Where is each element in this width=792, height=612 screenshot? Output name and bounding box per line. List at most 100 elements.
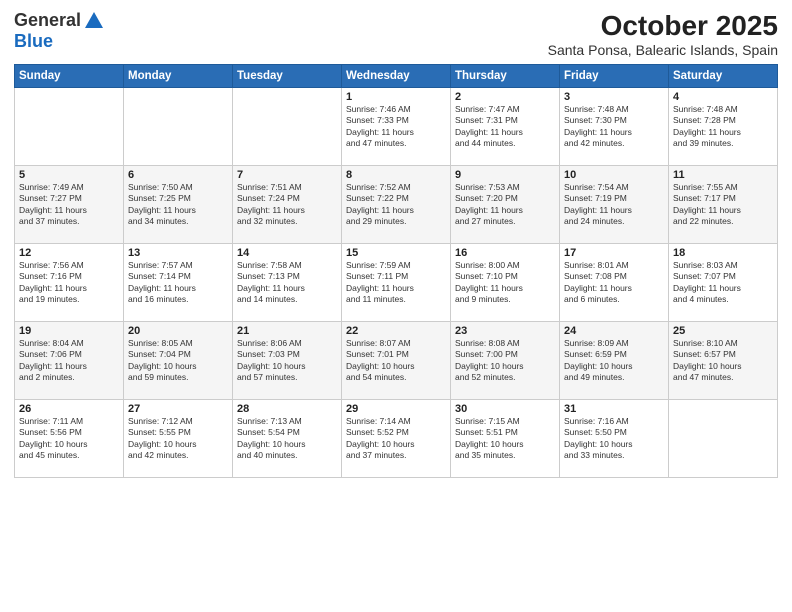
logo: General Blue — [14, 10, 105, 52]
day-number: 30 — [455, 403, 555, 415]
table-row: 7Sunrise: 7:51 AM Sunset: 7:24 PM Daylig… — [233, 166, 342, 244]
col-tuesday: Tuesday — [233, 65, 342, 88]
day-info: Sunrise: 7:16 AM Sunset: 5:50 PM Dayligh… — [564, 416, 664, 462]
day-number: 9 — [455, 169, 555, 181]
table-row: 15Sunrise: 7:59 AM Sunset: 7:11 PM Dayli… — [342, 244, 451, 322]
day-info: Sunrise: 8:03 AM Sunset: 7:07 PM Dayligh… — [673, 260, 773, 306]
col-monday: Monday — [124, 65, 233, 88]
table-row: 26Sunrise: 7:11 AM Sunset: 5:56 PM Dayli… — [15, 400, 124, 478]
table-row: 21Sunrise: 8:06 AM Sunset: 7:03 PM Dayli… — [233, 322, 342, 400]
day-number: 8 — [346, 169, 446, 181]
day-number: 7 — [237, 169, 337, 181]
table-row: 2Sunrise: 7:47 AM Sunset: 7:31 PM Daylig… — [451, 88, 560, 166]
day-number: 4 — [673, 91, 773, 103]
calendar-week-row: 12Sunrise: 7:56 AM Sunset: 7:16 PM Dayli… — [15, 244, 778, 322]
day-info: Sunrise: 7:48 AM Sunset: 7:30 PM Dayligh… — [564, 104, 664, 150]
day-info: Sunrise: 7:14 AM Sunset: 5:52 PM Dayligh… — [346, 416, 446, 462]
col-thursday: Thursday — [451, 65, 560, 88]
day-number: 22 — [346, 325, 446, 337]
day-info: Sunrise: 7:54 AM Sunset: 7:19 PM Dayligh… — [564, 182, 664, 228]
day-number: 16 — [455, 247, 555, 259]
table-row: 3Sunrise: 7:48 AM Sunset: 7:30 PM Daylig… — [560, 88, 669, 166]
table-row: 5Sunrise: 7:49 AM Sunset: 7:27 PM Daylig… — [15, 166, 124, 244]
table-row: 6Sunrise: 7:50 AM Sunset: 7:25 PM Daylig… — [124, 166, 233, 244]
day-number: 19 — [19, 325, 119, 337]
table-row: 25Sunrise: 8:10 AM Sunset: 6:57 PM Dayli… — [669, 322, 778, 400]
day-info: Sunrise: 7:46 AM Sunset: 7:33 PM Dayligh… — [346, 104, 446, 150]
logo-general: General — [14, 11, 81, 31]
day-info: Sunrise: 7:48 AM Sunset: 7:28 PM Dayligh… — [673, 104, 773, 150]
calendar-week-row: 26Sunrise: 7:11 AM Sunset: 5:56 PM Dayli… — [15, 400, 778, 478]
day-info: Sunrise: 8:04 AM Sunset: 7:06 PM Dayligh… — [19, 338, 119, 384]
day-info: Sunrise: 8:07 AM Sunset: 7:01 PM Dayligh… — [346, 338, 446, 384]
table-row — [15, 88, 124, 166]
day-info: Sunrise: 7:13 AM Sunset: 5:54 PM Dayligh… — [237, 416, 337, 462]
day-info: Sunrise: 7:49 AM Sunset: 7:27 PM Dayligh… — [19, 182, 119, 228]
table-row: 30Sunrise: 7:15 AM Sunset: 5:51 PM Dayli… — [451, 400, 560, 478]
day-info: Sunrise: 8:10 AM Sunset: 6:57 PM Dayligh… — [673, 338, 773, 384]
day-number: 28 — [237, 403, 337, 415]
table-row: 16Sunrise: 8:00 AM Sunset: 7:10 PM Dayli… — [451, 244, 560, 322]
table-row — [233, 88, 342, 166]
table-row: 19Sunrise: 8:04 AM Sunset: 7:06 PM Dayli… — [15, 322, 124, 400]
day-info: Sunrise: 8:09 AM Sunset: 6:59 PM Dayligh… — [564, 338, 664, 384]
table-row: 22Sunrise: 8:07 AM Sunset: 7:01 PM Dayli… — [342, 322, 451, 400]
day-info: Sunrise: 8:00 AM Sunset: 7:10 PM Dayligh… — [455, 260, 555, 306]
table-row: 18Sunrise: 8:03 AM Sunset: 7:07 PM Dayli… — [669, 244, 778, 322]
day-info: Sunrise: 7:51 AM Sunset: 7:24 PM Dayligh… — [237, 182, 337, 228]
table-row: 10Sunrise: 7:54 AM Sunset: 7:19 PM Dayli… — [560, 166, 669, 244]
table-row: 20Sunrise: 8:05 AM Sunset: 7:04 PM Dayli… — [124, 322, 233, 400]
day-info: Sunrise: 7:53 AM Sunset: 7:20 PM Dayligh… — [455, 182, 555, 228]
day-info: Sunrise: 8:05 AM Sunset: 7:04 PM Dayligh… — [128, 338, 228, 384]
day-info: Sunrise: 7:50 AM Sunset: 7:25 PM Dayligh… — [128, 182, 228, 228]
table-row: 1Sunrise: 7:46 AM Sunset: 7:33 PM Daylig… — [342, 88, 451, 166]
day-number: 18 — [673, 247, 773, 259]
table-row: 14Sunrise: 7:58 AM Sunset: 7:13 PM Dayli… — [233, 244, 342, 322]
calendar-week-row: 1Sunrise: 7:46 AM Sunset: 7:33 PM Daylig… — [15, 88, 778, 166]
day-info: Sunrise: 7:58 AM Sunset: 7:13 PM Dayligh… — [237, 260, 337, 306]
table-row: 23Sunrise: 8:08 AM Sunset: 7:00 PM Dayli… — [451, 322, 560, 400]
table-row: 9Sunrise: 7:53 AM Sunset: 7:20 PM Daylig… — [451, 166, 560, 244]
col-sunday: Sunday — [15, 65, 124, 88]
day-info: Sunrise: 7:55 AM Sunset: 7:17 PM Dayligh… — [673, 182, 773, 228]
day-number: 5 — [19, 169, 119, 181]
day-number: 31 — [564, 403, 664, 415]
day-number: 1 — [346, 91, 446, 103]
col-friday: Friday — [560, 65, 669, 88]
day-number: 29 — [346, 403, 446, 415]
day-number: 21 — [237, 325, 337, 337]
day-info: Sunrise: 7:59 AM Sunset: 7:11 PM Dayligh… — [346, 260, 446, 306]
day-info: Sunrise: 8:06 AM Sunset: 7:03 PM Dayligh… — [237, 338, 337, 384]
table-row: 8Sunrise: 7:52 AM Sunset: 7:22 PM Daylig… — [342, 166, 451, 244]
day-number: 12 — [19, 247, 119, 259]
title-block: October 2025 Santa Ponsa, Balearic Islan… — [548, 10, 778, 58]
day-number: 2 — [455, 91, 555, 103]
day-number: 11 — [673, 169, 773, 181]
month-title: October 2025 — [548, 10, 778, 42]
day-number: 25 — [673, 325, 773, 337]
logo-blue: Blue — [14, 31, 53, 51]
table-row: 31Sunrise: 7:16 AM Sunset: 5:50 PM Dayli… — [560, 400, 669, 478]
col-wednesday: Wednesday — [342, 65, 451, 88]
day-info: Sunrise: 7:11 AM Sunset: 5:56 PM Dayligh… — [19, 416, 119, 462]
location: Santa Ponsa, Balearic Islands, Spain — [548, 42, 778, 58]
day-number: 3 — [564, 91, 664, 103]
day-info: Sunrise: 8:08 AM Sunset: 7:00 PM Dayligh… — [455, 338, 555, 384]
logo-icon — [83, 10, 105, 32]
table-row: 28Sunrise: 7:13 AM Sunset: 5:54 PM Dayli… — [233, 400, 342, 478]
day-number: 20 — [128, 325, 228, 337]
table-row: 4Sunrise: 7:48 AM Sunset: 7:28 PM Daylig… — [669, 88, 778, 166]
day-info: Sunrise: 7:15 AM Sunset: 5:51 PM Dayligh… — [455, 416, 555, 462]
table-row: 13Sunrise: 7:57 AM Sunset: 7:14 PM Dayli… — [124, 244, 233, 322]
day-number: 15 — [346, 247, 446, 259]
day-info: Sunrise: 7:56 AM Sunset: 7:16 PM Dayligh… — [19, 260, 119, 306]
day-number: 6 — [128, 169, 228, 181]
day-info: Sunrise: 7:47 AM Sunset: 7:31 PM Dayligh… — [455, 104, 555, 150]
page-container: General Blue October 2025 Santa Ponsa, B… — [0, 0, 792, 612]
day-number: 10 — [564, 169, 664, 181]
table-row: 17Sunrise: 8:01 AM Sunset: 7:08 PM Dayli… — [560, 244, 669, 322]
header: General Blue October 2025 Santa Ponsa, B… — [14, 10, 778, 58]
day-info: Sunrise: 7:57 AM Sunset: 7:14 PM Dayligh… — [128, 260, 228, 306]
day-number: 26 — [19, 403, 119, 415]
calendar-header-row: Sunday Monday Tuesday Wednesday Thursday… — [15, 65, 778, 88]
